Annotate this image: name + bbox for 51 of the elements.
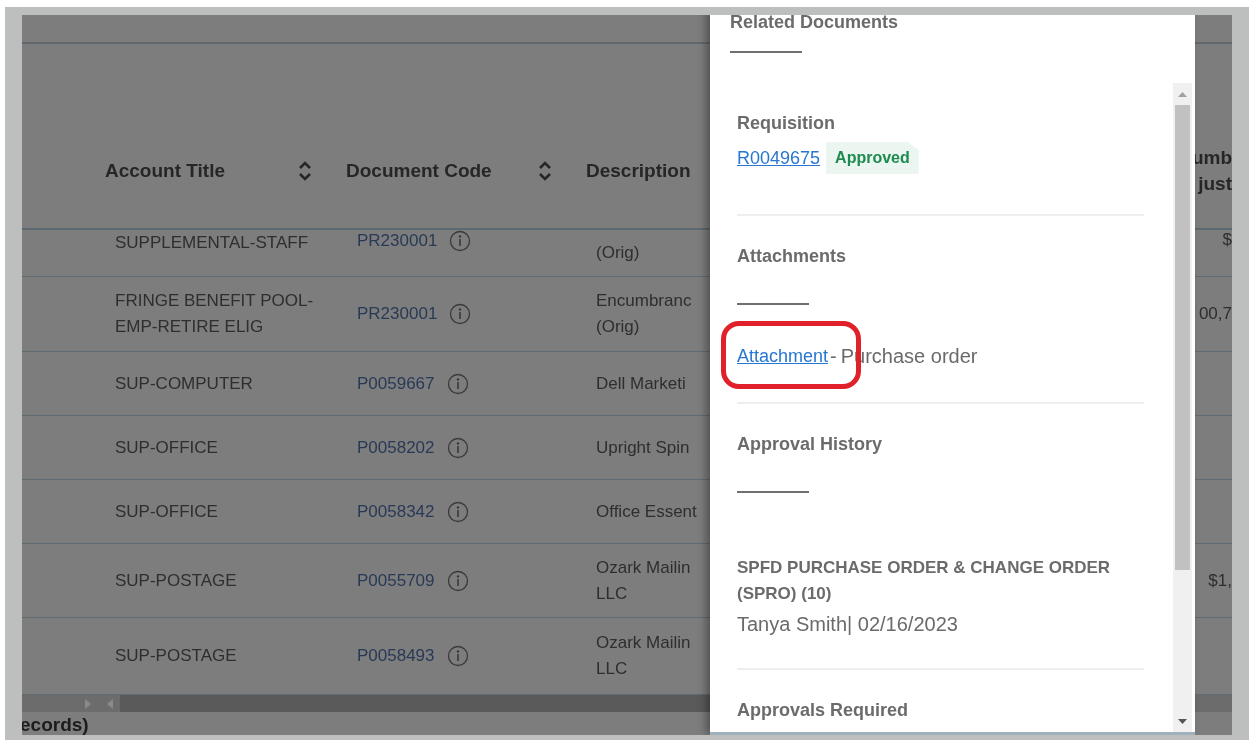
scroll-left-icon[interactable] [106,698,114,709]
info-icon[interactable] [446,645,469,667]
info-icon[interactable] [449,303,472,325]
table-cell-text: SUP-POSTAGE [114,569,238,592]
table-cell-text: SUPPLEMENTAL-STAFF [114,232,309,254]
column-header[interactable]: Document Code [346,160,586,182]
approval-step: SPFD PURCHASE ORDER & CHANGE ORDER (SPRO) (10) [737,555,1144,607]
table-cell-text: SUP-COMPUTER [114,372,254,395]
section-heading: Attachments [737,245,848,267]
panel-title: Related Documents [729,15,900,33]
separator-text: - [830,345,837,368]
info-icon[interactable] [449,230,472,252]
sort-icon[interactable] [538,160,552,182]
document-link[interactable]: P0059667 [357,373,435,394]
info-icon[interactable] [446,500,469,523]
table-cell-text: (Orig) [595,242,641,264]
document-link[interactable]: PR230001 [357,231,438,251]
approver-text: Tanya Smith| 02/16/2023 [737,613,959,636]
section-heading: Requisition [737,112,836,134]
attachment-link[interactable]: Attachment [737,346,829,367]
table-cell-text: $1, [1207,570,1232,591]
table-cell-text: Office Essent [595,500,698,523]
scrollbar-thumb[interactable] [120,695,710,712]
table-cell-text: SUP-OFFICE [114,500,219,523]
table-cell-text: SUP-POSTAGE [114,645,238,667]
table-cell-text: Ozark Mailin LLC [595,556,692,605]
table-cell-text: 00,7 [1197,304,1232,324]
table-cell-text: Upright Spin [595,436,691,459]
document-link[interactable]: P0058342 [357,501,435,522]
document-link[interactable]: P0055709 [357,570,435,591]
requisition-link[interactable]: R0049675 [737,147,821,169]
document-link[interactable]: P0058493 [357,646,435,666]
section-heading: Approval History [737,433,884,455]
section-heading: Approvals Required [737,699,910,721]
table-cell-text: FRINGE BENEFIT POOL- EMP-RETIRE ELIG [114,290,315,338]
table-cell-text: Encumbranc (Orig) [595,290,693,338]
table-cell-text: $ [1221,230,1232,250]
document-link[interactable]: PR230001 [357,304,438,324]
info-icon[interactable] [446,569,469,592]
scrollbar-thumb[interactable] [1175,105,1190,570]
info-icon[interactable] [446,436,469,459]
table-cell-text: Dell Marketi [595,372,687,395]
table-cell-text: Ozark Mailin LLC [595,632,692,680]
info-icon[interactable] [446,372,469,395]
table-cell-text: SUP-OFFICE [114,436,219,459]
sort-icon[interactable] [298,160,312,182]
scroll-right-icon[interactable] [84,698,92,709]
column-header[interactable]: Account Title [105,160,346,182]
document-link[interactable]: P0058202 [357,437,435,458]
status-badge: Approved [826,142,919,174]
column-header[interactable]: Description [586,160,691,182]
